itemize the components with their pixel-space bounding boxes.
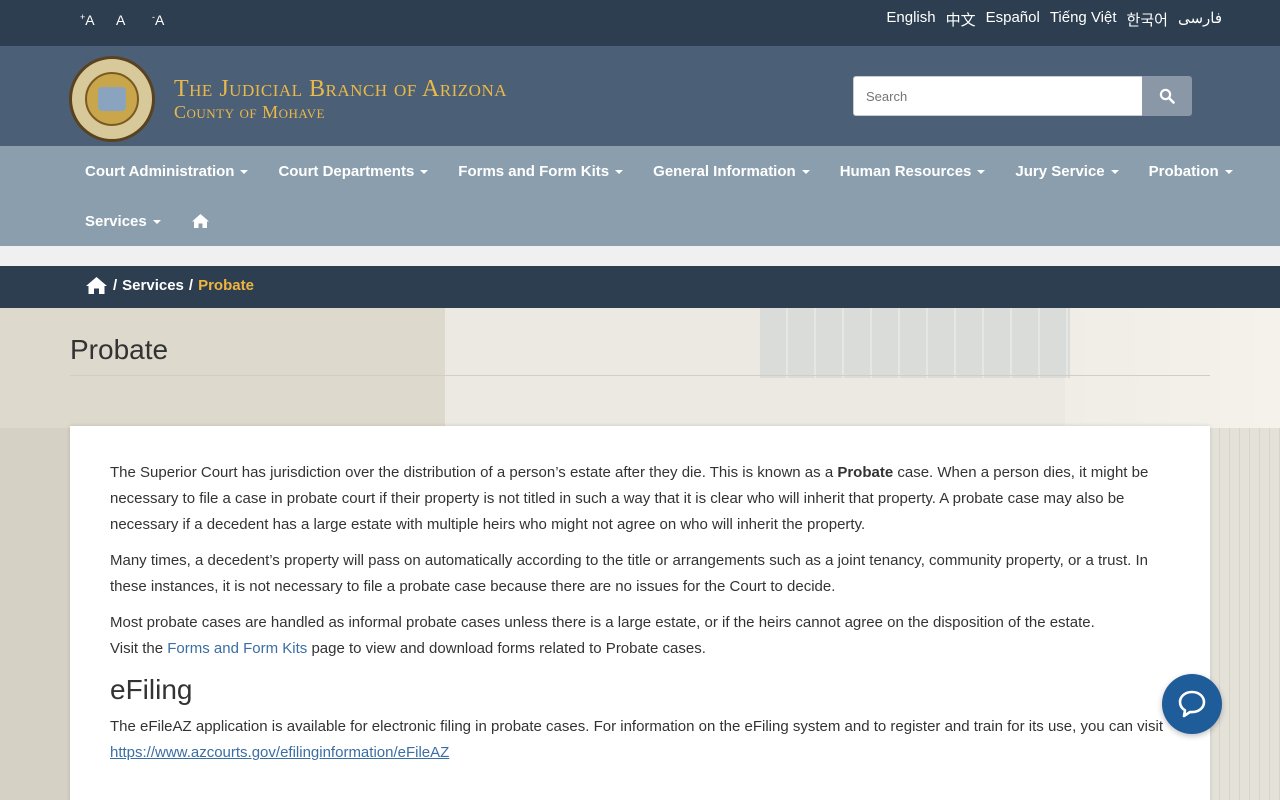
caret-down-icon [1110, 170, 1119, 174]
search-button[interactable] [1142, 76, 1192, 116]
hero-background: Probate The Superior Court has jurisdict… [0, 308, 1280, 800]
language-farsi-link[interactable]: فارسی [1178, 9, 1222, 30]
language-selector: English 中文 Español Tiếng Việt 한국어 فارسی [886, 9, 1222, 30]
breadcrumb-services-link[interactable]: Services [122, 277, 184, 294]
language-spanish-link[interactable]: Español [986, 9, 1040, 30]
top-utility-bar: +A A -A English 中文 Español Tiếng Việt 한국… [0, 0, 1280, 46]
site-title: The Judicial Branch of Arizona [174, 76, 508, 102]
forms-and-form-kits-link[interactable]: Forms and Form Kits [167, 640, 307, 657]
nav-general-information[interactable]: General Information [638, 146, 825, 196]
forms-paragraph: Visit the Forms and Form Kits page to vi… [110, 640, 706, 657]
default-font-button[interactable]: A [116, 12, 152, 28]
chat-button[interactable] [1162, 674, 1222, 734]
efileaz-link[interactable]: https://www.azcourts.gov/efilinginformat… [110, 744, 449, 761]
decrease-font-button[interactable]: -A [152, 12, 188, 28]
language-english-link[interactable]: English [886, 9, 935, 30]
nav-jury-service[interactable]: Jury Service [1000, 146, 1133, 196]
chat-bubble-icon [1178, 690, 1206, 718]
search-input[interactable] [853, 76, 1142, 116]
informal-probate-paragraph: Most probate cases are handled as inform… [110, 614, 1095, 631]
breadcrumb: / Services / Probate [0, 266, 1280, 308]
breadcrumb-home-icon[interactable] [85, 276, 108, 295]
search-icon [1159, 88, 1175, 104]
search-form [853, 76, 1192, 116]
breadcrumb-separator: / [188, 277, 194, 294]
increase-font-button[interactable]: +A [80, 12, 116, 28]
breadcrumb-separator: / [113, 277, 118, 294]
caret-down-icon [615, 170, 624, 174]
efiling-paragraph: The eFileAZ application is available for… [110, 718, 1164, 761]
nav-human-resources[interactable]: Human Resources [825, 146, 1001, 196]
nav-home[interactable] [176, 196, 225, 246]
page-title: Probate [70, 334, 169, 365]
language-chinese-link[interactable]: 中文 [946, 9, 976, 30]
language-vietnamese-link[interactable]: Tiếng Việt [1050, 9, 1117, 30]
efiling-heading: eFiling [110, 674, 193, 705]
site-brand[interactable]: The Judicial Branch of Arizona County of… [174, 76, 507, 122]
nav-forms-and-form-kits[interactable]: Forms and Form Kits [443, 146, 638, 196]
caret-down-icon [1224, 170, 1233, 174]
home-icon [191, 214, 209, 228]
main-nav: Court Administration Court Departments F… [0, 146, 1280, 246]
intro-paragraph: The Superior Court has jurisdiction over… [110, 464, 1149, 533]
nav-services[interactable]: Services [70, 196, 176, 246]
nav-probation[interactable]: Probation [1134, 146, 1248, 196]
caret-down-icon [420, 170, 429, 174]
caret-down-icon [801, 170, 810, 174]
caret-down-icon [977, 170, 986, 174]
caret-down-icon [152, 220, 161, 224]
property-paragraph: Many times, a decedent’s property will p… [110, 552, 1148, 595]
caret-down-icon [240, 170, 249, 174]
site-header: The Judicial Branch of Arizona County of… [0, 46, 1280, 146]
font-size-controls: +A A -A [80, 12, 188, 28]
arizona-seal-icon[interactable] [69, 56, 155, 142]
title-divider [70, 375, 1210, 376]
nav-court-administration[interactable]: Court Administration [70, 146, 263, 196]
nav-court-departments[interactable]: Court Departments [263, 146, 443, 196]
breadcrumb-current: Probate [198, 277, 254, 294]
site-subtitle: County of Mohave [174, 102, 325, 122]
language-korean-link[interactable]: 한국어 [1127, 9, 1168, 30]
main-content: The Superior Court has jurisdiction over… [70, 426, 1210, 800]
